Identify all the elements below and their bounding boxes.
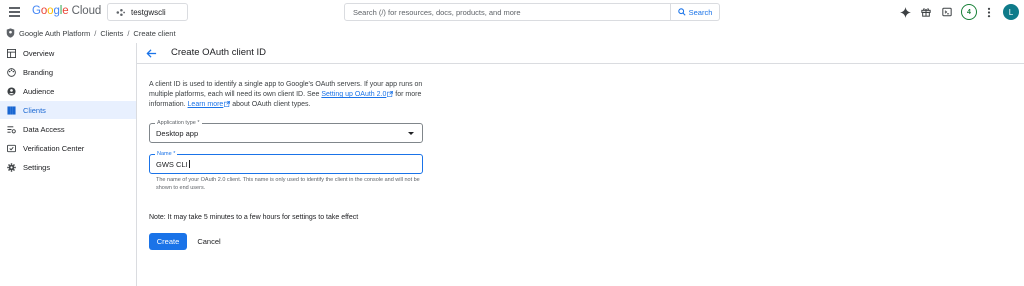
palette-icon (7, 67, 16, 77)
sidebar-item-branding[interactable]: Branding (0, 63, 136, 81)
search-placeholder: Search (/) for resources, docs, products… (353, 7, 521, 17)
learn-more-link[interactable]: Learn more (187, 100, 231, 109)
breadcrumb-item-create-client: Create client (133, 28, 176, 38)
sidebar-item-verification-center[interactable]: Verification Center (0, 139, 136, 157)
sidebar-item-label: Branding (23, 67, 54, 77)
breadcrumb-item-auth-platform[interactable]: Google Auth Platform (19, 29, 90, 38)
name-value: GWS CLI (156, 159, 188, 169)
text-cursor (188, 159, 190, 168)
data-access-icon (7, 125, 16, 134)
sidebar-item-data-access[interactable]: Data Access (0, 120, 136, 138)
sidebar-item-label: Audience (23, 86, 55, 96)
cloud-shell-icon[interactable] (939, 4, 955, 20)
application-type-select[interactable]: Application type * Desktop app (149, 119, 423, 143)
intro-part-3: about OAuth client types. (230, 101, 311, 109)
sidebar-item-settings[interactable]: Settings (0, 158, 136, 176)
person-icon (7, 86, 16, 96)
breadcrumb-separator: / (94, 28, 97, 38)
dashboard-icon (7, 48, 16, 58)
sidebar-item-label: Settings (23, 162, 51, 172)
search-button-label: Search (688, 7, 713, 17)
project-dots-icon (116, 8, 125, 16)
sidebar-item-clients[interactable]: Clients (0, 101, 136, 119)
project-selector[interactable]: testgwscli (107, 3, 188, 21)
cancel-button[interactable]: Cancel (192, 233, 226, 250)
google-cloud-logo[interactable]: Google Cloud (32, 5, 101, 17)
dropdown-arrow-icon (408, 132, 414, 135)
breadcrumb-item-clients[interactable]: Clients (100, 29, 123, 38)
shield-icon (6, 28, 15, 38)
avatar[interactable]: L (1003, 4, 1019, 20)
menu-icon[interactable] (9, 7, 20, 17)
setting-up-oauth-link-label: Setting up OAuth 2.0 (321, 91, 387, 99)
notifications-badge[interactable]: 4 (961, 4, 977, 20)
gemini-sparkle-icon[interactable] (897, 4, 913, 20)
name-helper-text: The name of your OAuth 2.0 client. This … (156, 177, 420, 191)
sidebar-item-overview[interactable]: Overview (0, 44, 136, 62)
sidebar-item-label: Overview (23, 48, 55, 58)
application-type-value: Desktop app (156, 129, 199, 138)
sidebar: Overview Branding Audience Clients Data … (0, 43, 137, 286)
name-input[interactable]: Name * GWS CLI (149, 150, 423, 174)
verification-icon (7, 144, 16, 153)
search-button[interactable]: Search (671, 3, 720, 21)
more-vert-icon[interactable] (983, 4, 995, 20)
intro-text: A client ID is used to identify a single… (149, 80, 424, 111)
clients-icon (7, 105, 16, 115)
search-input[interactable]: Search (/) for resources, docs, products… (344, 3, 671, 21)
sidebar-item-label: Clients (23, 105, 46, 115)
name-value-wrap: GWS CLI (156, 159, 190, 169)
breadcrumb: Google Auth Platform / Clients / Create … (6, 27, 176, 39)
setting-up-oauth-link[interactable]: Setting up OAuth 2.0 (321, 90, 394, 99)
top-bar: Google Cloud testgwscli Search (/) for r… (0, 0, 1024, 25)
page-title: Create OAuth client ID (171, 47, 267, 58)
learn-more-link-label: Learn more (187, 101, 224, 109)
name-label: Name * (155, 150, 178, 158)
gift-icon[interactable] (918, 4, 934, 20)
back-arrow-icon[interactable] (146, 48, 157, 59)
project-name: testgwscli (131, 7, 166, 17)
application-type-label: Application type * (155, 119, 202, 127)
create-button[interactable]: Create (149, 233, 187, 250)
search-icon (677, 8, 686, 16)
settings-note: Note: It may take 5 minutes to a few hou… (149, 214, 359, 221)
gear-icon (7, 162, 16, 172)
sidebar-item-label: Data Access (23, 124, 65, 134)
breadcrumb-separator: / (127, 28, 130, 38)
sidebar-item-audience[interactable]: Audience (0, 82, 136, 100)
sidebar-item-label: Verification Center (23, 143, 85, 153)
main-header: Create OAuth client ID (137, 43, 1024, 64)
logo-product-text: Cloud (71, 5, 102, 17)
